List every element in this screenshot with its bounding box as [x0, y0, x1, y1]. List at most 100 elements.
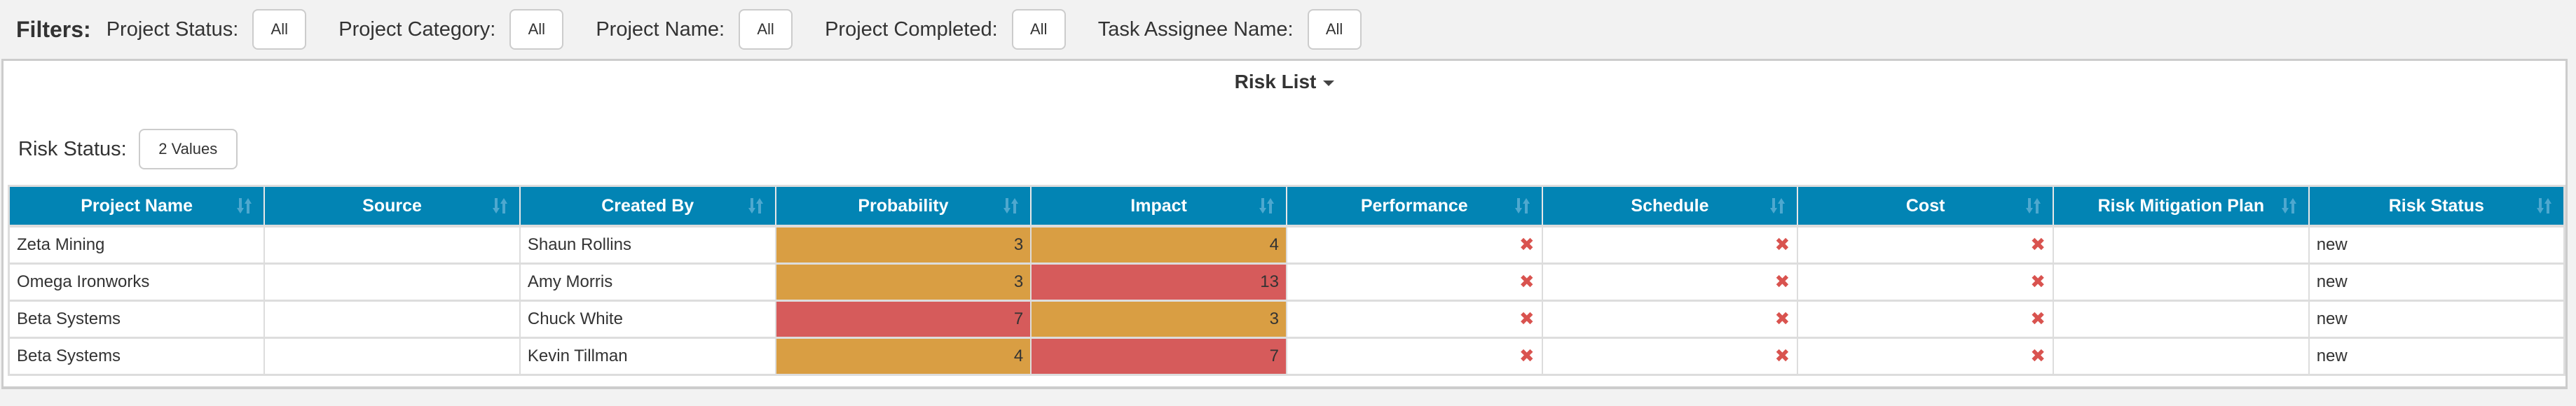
- cell-probability: 3: [775, 263, 1032, 302]
- column-header-label: Source: [362, 195, 422, 216]
- x-icon: ✖: [1774, 345, 1790, 366]
- column-header-project-name[interactable]: Project Name: [8, 186, 266, 227]
- column-header-label: Performance: [1360, 195, 1468, 216]
- cell-cost: ✖: [1797, 263, 2054, 302]
- cell-mitigation-plan: [2053, 337, 2310, 374]
- column-header-label: Created By: [601, 195, 694, 216]
- x-icon: ✖: [1774, 234, 1790, 255]
- cell-cost: ✖: [1797, 337, 2054, 374]
- risk-status-filter: Risk Status: 2 Values: [18, 129, 254, 169]
- cell-mitigation-plan: [2053, 300, 2310, 339]
- cell-project-name: Beta Systems: [8, 300, 266, 339]
- filter-label-project-name: Project Name:: [596, 18, 725, 41]
- panel-title[interactable]: Risk List: [4, 71, 2565, 93]
- risk-table: Project Name Source Created By Probability I…: [8, 185, 2565, 376]
- cell-performance: ✖: [1286, 263, 1543, 302]
- cell-probability: 7: [775, 300, 1032, 339]
- cell-source: [264, 300, 521, 339]
- filter-label-project-category: Project Category:: [338, 18, 496, 41]
- filter-label-project-completed: Project Completed:: [825, 18, 998, 41]
- cell-impact: 4: [1031, 226, 1287, 265]
- risk-status-label: Risk Status:: [18, 137, 127, 160]
- sort-icon[interactable]: [237, 197, 252, 215]
- column-header-label: Risk Status: [2388, 195, 2484, 216]
- cell-cost: ✖: [1797, 226, 2054, 265]
- cell-schedule: ✖: [1542, 226, 1799, 265]
- x-icon: ✖: [2030, 345, 2046, 366]
- caret-down-icon[interactable]: [1323, 80, 1335, 86]
- sort-icon[interactable]: [1770, 197, 1786, 215]
- column-header-label: Schedule: [1631, 195, 1709, 216]
- x-icon: ✖: [1519, 308, 1535, 329]
- cell-source: [264, 337, 521, 374]
- cell-risk-status: new: [2316, 346, 2348, 365]
- sort-icon[interactable]: [2026, 197, 2041, 215]
- filters-title: Filters:: [16, 16, 91, 42]
- sort-icon[interactable]: [2537, 197, 2552, 215]
- filter-project-completed-button[interactable]: All: [1011, 9, 1066, 50]
- cell-schedule: ✖: [1542, 263, 1799, 302]
- x-icon: ✖: [1519, 271, 1535, 292]
- filter-project-status-button[interactable]: All: [252, 9, 307, 50]
- filter-label-task-assignee-name: Task Assignee Name:: [1097, 18, 1294, 41]
- sort-icon[interactable]: [1003, 197, 1019, 215]
- column-header-label: Project Name: [81, 195, 193, 216]
- sort-icon[interactable]: [1259, 197, 1275, 215]
- cell-performance: ✖: [1286, 337, 1543, 374]
- panel-title-text: Risk List: [1234, 71, 1317, 92]
- column-header-label: Risk Mitigation Plan: [2097, 195, 2265, 216]
- x-icon: ✖: [1519, 345, 1535, 366]
- x-icon: ✖: [2030, 234, 2046, 255]
- filter-task-assignee-name-button[interactable]: All: [1307, 9, 1362, 50]
- table-body: Zeta Mining Shaun Rollins 3 4 ✖ ✖ ✖ new Omega Ir…: [8, 226, 2565, 374]
- column-header-risk-status[interactable]: Risk Status: [2308, 186, 2565, 227]
- table-row[interactable]: Beta Systems Kevin Tillman 4 7 ✖ ✖ ✖ new: [8, 337, 2565, 374]
- risk-status-filter-button[interactable]: 2 Values: [138, 129, 238, 169]
- filter-project-name-button[interactable]: All: [739, 9, 793, 50]
- cell-schedule: ✖: [1542, 337, 1799, 374]
- column-header-created-by[interactable]: Created By: [519, 186, 776, 227]
- cell-created-by: Shaun Rollins: [519, 226, 776, 265]
- x-icon: ✖: [1774, 308, 1790, 329]
- sort-icon[interactable]: [2281, 197, 2297, 215]
- column-header-probability[interactable]: Probability: [775, 186, 1032, 227]
- x-icon: ✖: [2030, 271, 2046, 292]
- filters-bar: Filters: Project Status: All Project Cat…: [0, 0, 2576, 59]
- cell-impact: 13: [1031, 263, 1287, 302]
- cell-probability: 3: [775, 226, 1032, 265]
- cell-created-by: Chuck White: [519, 300, 776, 339]
- table-row[interactable]: Zeta Mining Shaun Rollins 3 4 ✖ ✖ ✖ new: [8, 226, 2565, 265]
- column-header-label: Impact: [1130, 195, 1187, 216]
- table-row[interactable]: Omega Ironworks Amy Morris 3 13 ✖ ✖ ✖ new: [8, 263, 2565, 302]
- cell-source: [264, 263, 521, 302]
- cell-created-by: Amy Morris: [519, 263, 776, 302]
- column-header-label: Probability: [858, 195, 949, 216]
- cell-impact: 3: [1031, 300, 1287, 339]
- filter-project-category-button[interactable]: All: [509, 9, 564, 50]
- sort-icon[interactable]: [492, 197, 508, 215]
- column-header-risk-mitigation-plan[interactable]: Risk Mitigation Plan: [2053, 186, 2310, 227]
- risk-list-panel: Risk List Risk Status: 2 Values Project …: [1, 59, 2568, 389]
- cell-risk-status: new: [2308, 263, 2565, 302]
- table-header-row: Project Name Source Created By Probability I…: [8, 186, 2565, 227]
- cell-schedule: ✖: [1542, 300, 1799, 339]
- cell-mitigation-plan: [2053, 226, 2310, 265]
- cell-probability: 4: [775, 337, 1032, 374]
- cell-source: [264, 226, 521, 265]
- column-header-source[interactable]: Source: [264, 186, 521, 227]
- cell-risk-status: new: [2308, 300, 2565, 339]
- cell-project-name: Omega Ironworks: [8, 263, 266, 302]
- filter-label-project-status: Project Status:: [106, 18, 239, 41]
- cell-mitigation-plan: [2053, 263, 2310, 302]
- column-header-performance[interactable]: Performance: [1286, 186, 1543, 227]
- column-header-cost[interactable]: Cost: [1797, 186, 2054, 227]
- sort-icon[interactable]: [1514, 197, 1530, 215]
- sort-icon[interactable]: [748, 197, 764, 215]
- x-icon: ✖: [1519, 234, 1535, 255]
- column-header-schedule[interactable]: Schedule: [1542, 186, 1799, 227]
- cell-performance: ✖: [1286, 226, 1543, 265]
- table-row[interactable]: Beta Systems Chuck White 7 3 ✖ ✖ ✖ new: [8, 300, 2565, 339]
- column-header-impact[interactable]: Impact: [1031, 186, 1287, 227]
- x-icon: ✖: [2030, 308, 2046, 329]
- cell-created-by: Kevin Tillman: [519, 337, 776, 374]
